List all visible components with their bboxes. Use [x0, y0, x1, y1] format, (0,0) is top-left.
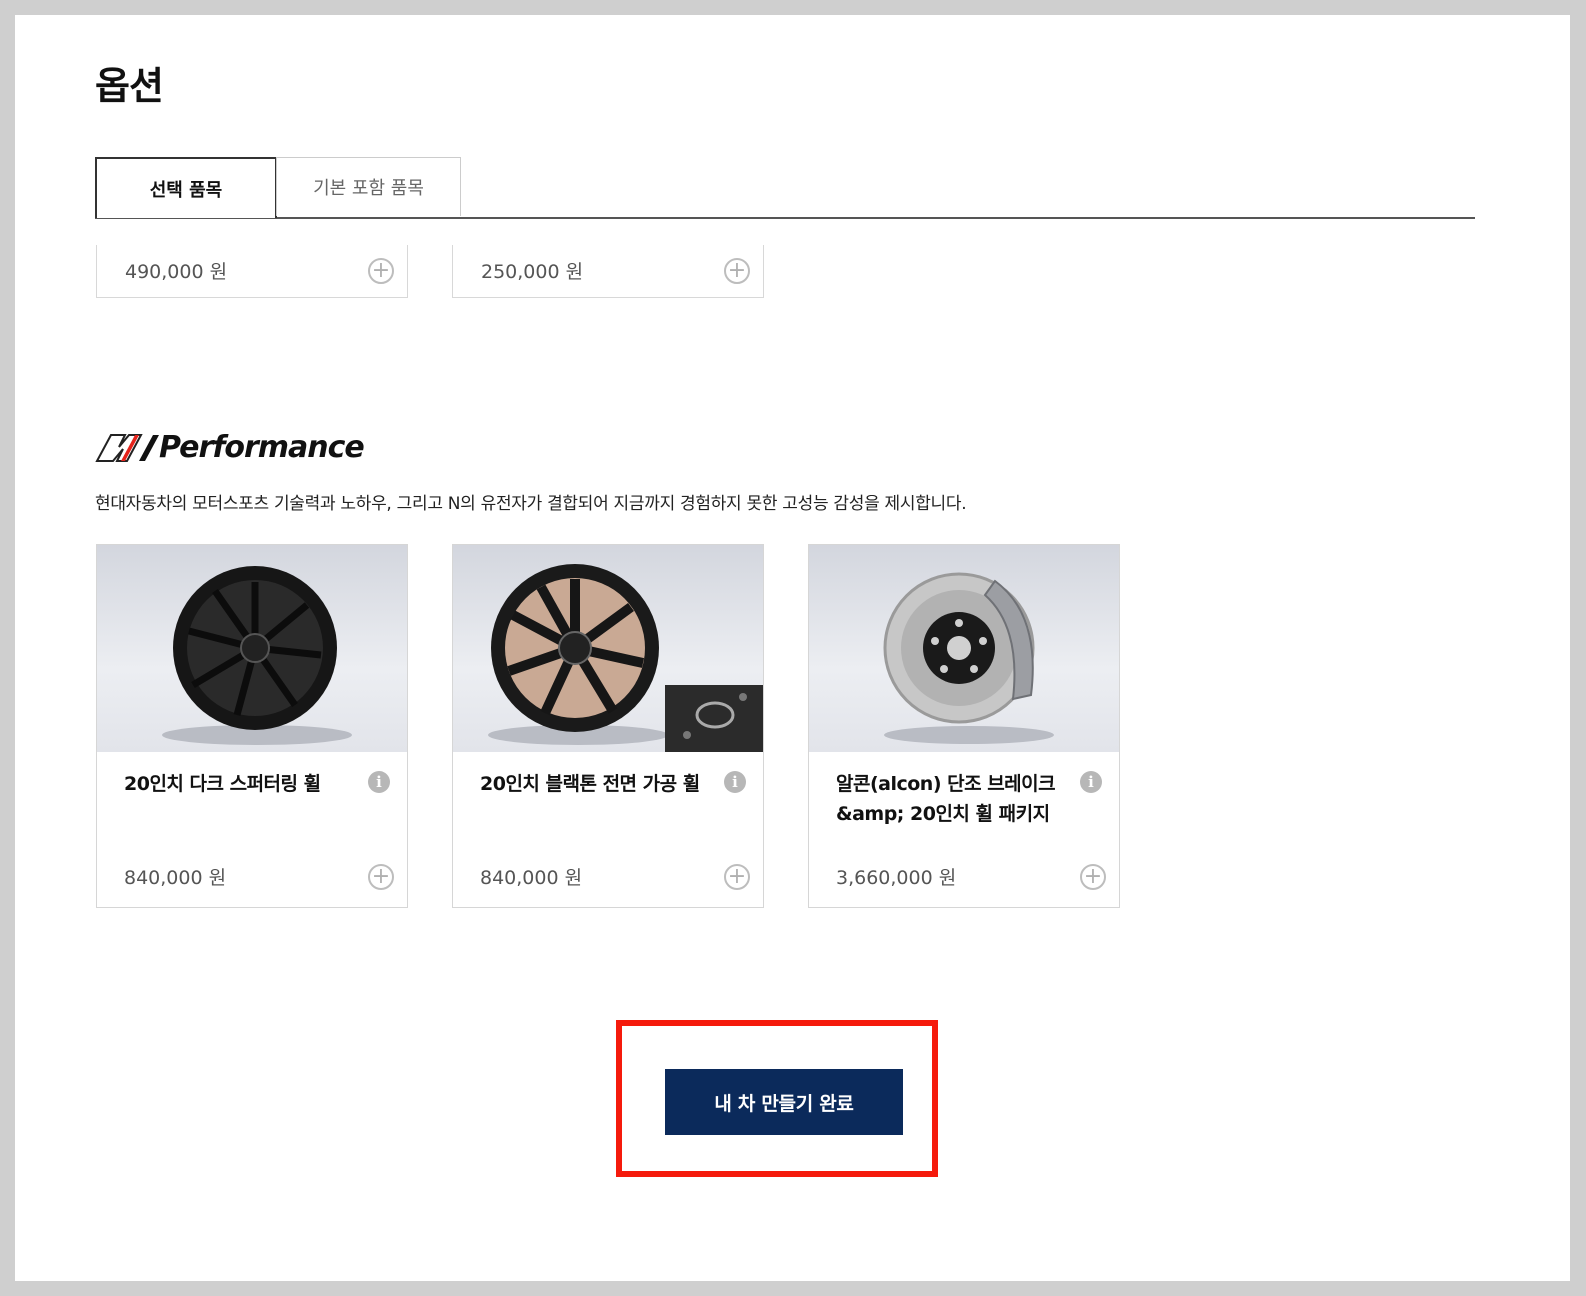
option-name: 20인치 다크 스퍼터링 휠: [124, 773, 321, 795]
complete-my-car-button[interactable]: 내 차 만들기 완료: [665, 1069, 903, 1135]
option-card: 20인치 블랙톤 전면 가공 휠 i 840,000 원 +: [452, 544, 764, 908]
page-container: 옵션 선택 품목 기본 포함 품목 490,000 원 + 250,000 원 …: [15, 15, 1570, 1281]
tab-selected-items[interactable]: 선택 품목: [95, 157, 277, 218]
add-option-plus-icon[interactable]: +: [724, 864, 750, 890]
info-icon[interactable]: i: [368, 771, 390, 793]
option-card: 알콘(alcon) 단조 브레이크 &amp; 20인치 휠 패키지 i 3,6…: [808, 544, 1120, 908]
black-tone-machined-wheel-image: [453, 545, 763, 752]
partial-option-card: 490,000 원 +: [96, 245, 408, 298]
option-card: 20인치 다크 스퍼터링 휠 i 840,000 원 +: [96, 544, 408, 908]
option-price: 840,000 원: [480, 867, 583, 889]
n-logo-icon: [95, 434, 159, 462]
alcon-brake-disc-image: [809, 545, 1119, 752]
section-description: 현대자동차의 모터스포츠 기술력과 노하우, 그리고 N의 유전자가 결합되어 …: [95, 494, 967, 514]
n-performance-wordmark: Performance: [159, 429, 365, 465]
add-option-plus-icon[interactable]: +: [1080, 864, 1106, 890]
option-price: 250,000 원: [481, 261, 584, 283]
option-price: 490,000 원: [125, 261, 228, 283]
option-tabs: 선택 품목 기본 포함 품목: [95, 157, 1475, 219]
dark-sputtering-wheel-image: [97, 545, 407, 752]
option-name: 20인치 블랙톤 전면 가공 휠: [480, 773, 700, 795]
info-icon[interactable]: i: [1080, 771, 1102, 793]
option-name: 알콘(alcon) 단조 브레이크 &amp; 20인치 휠 패키지: [836, 773, 1056, 825]
n-performance-logo: Performance: [95, 427, 365, 467]
add-option-plus-icon[interactable]: +: [724, 258, 750, 284]
add-option-plus-icon[interactable]: +: [368, 864, 394, 890]
info-icon[interactable]: i: [724, 771, 746, 793]
tab-basic-items[interactable]: 기본 포함 품목: [276, 157, 461, 216]
option-price: 3,660,000 원: [836, 867, 957, 889]
option-price: 840,000 원: [124, 867, 227, 889]
partial-option-card: 250,000 원 +: [452, 245, 764, 298]
add-option-plus-icon[interactable]: +: [368, 258, 394, 284]
page-title: 옵션: [95, 64, 164, 108]
